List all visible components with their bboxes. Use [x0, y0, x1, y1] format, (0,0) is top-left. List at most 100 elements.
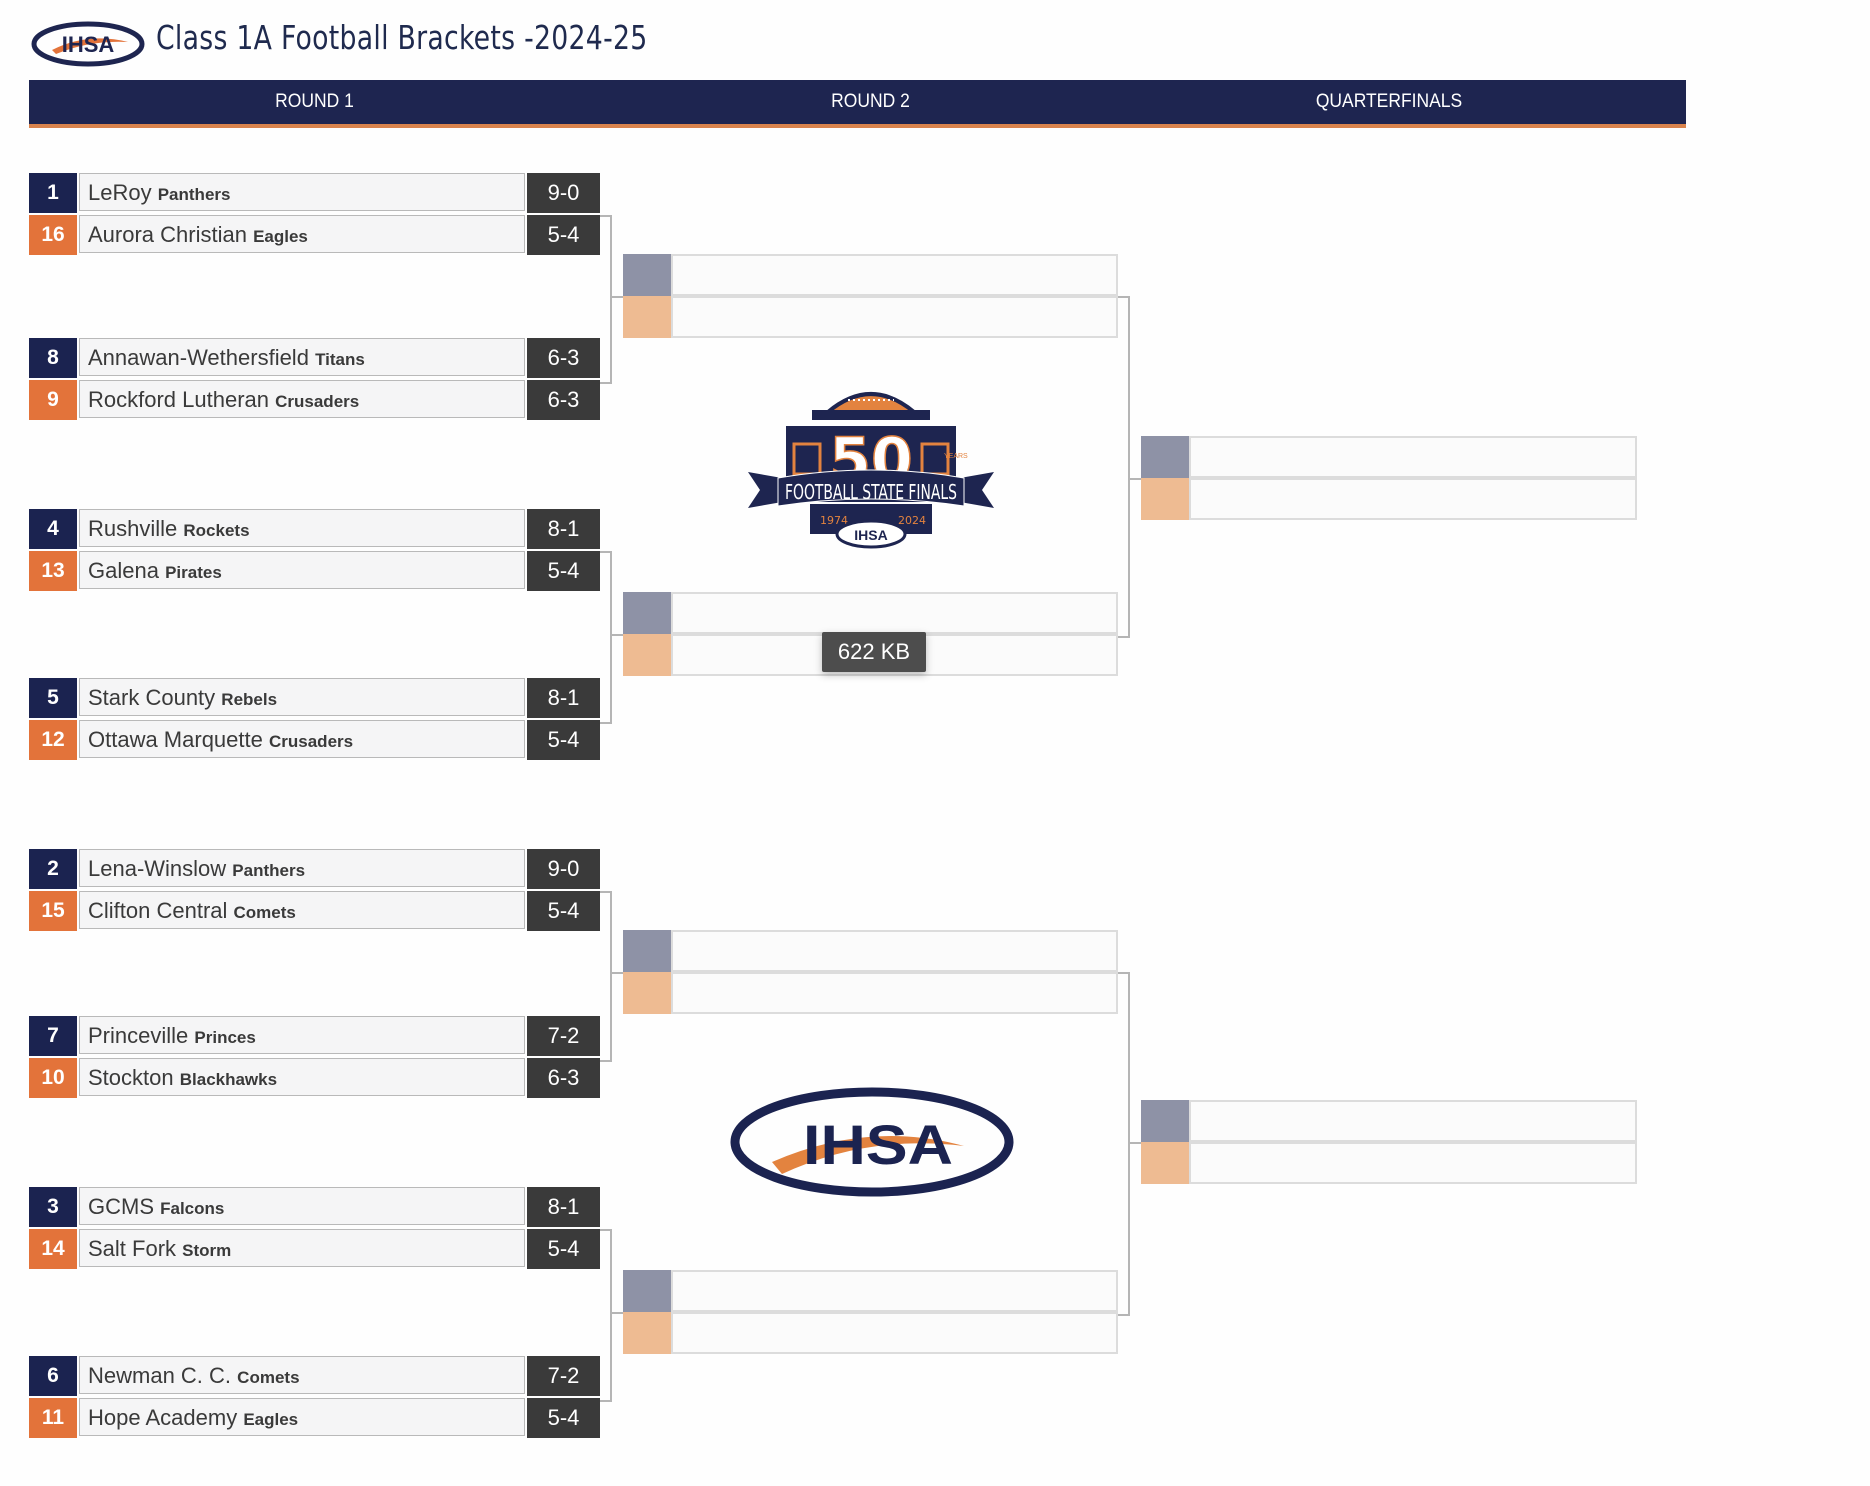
- school-name: Galena: [88, 558, 159, 583]
- seed-badge: 2: [29, 849, 77, 889]
- round2-slot[interactable]: [623, 972, 1118, 1014]
- team-name[interactable]: Stark County Rebels: [79, 678, 525, 716]
- team-name[interactable]: Rushville Rockets: [79, 509, 525, 547]
- team-placeholder[interactable]: [671, 592, 1118, 634]
- team-placeholder[interactable]: [1189, 1142, 1637, 1184]
- ihsa-center-logo: IHSA: [730, 1087, 1014, 1197]
- team-record: 6-3: [527, 380, 600, 420]
- team-row[interactable]: 7 Princeville Princes 7-2: [29, 1016, 600, 1056]
- seed-badge: 14: [29, 1229, 77, 1269]
- team-placeholder[interactable]: [671, 254, 1118, 296]
- team-row[interactable]: 16 Aurora Christian Eagles 5-4: [29, 215, 600, 255]
- seed-badge: 10: [29, 1058, 77, 1098]
- team-name[interactable]: LeRoy Panthers: [79, 173, 525, 211]
- team-name[interactable]: Stockton Blackhawks: [79, 1058, 525, 1096]
- school-name: Hope Academy: [88, 1405, 238, 1430]
- school-name: Lena-Winslow: [88, 856, 227, 881]
- bracket-connector: [1128, 1142, 1141, 1144]
- seed-badge: 13: [29, 551, 77, 591]
- ihsa-logo-text: IHSA: [803, 1113, 953, 1176]
- team-row[interactable]: 15 Clifton Central Comets 5-4: [29, 891, 600, 931]
- team-name[interactable]: Aurora Christian Eagles: [79, 215, 525, 253]
- bracket-connector: [1128, 478, 1141, 480]
- team-name[interactable]: Ottawa Marquette Crusaders: [79, 720, 525, 758]
- bracket-connector: [612, 972, 623, 974]
- team-row[interactable]: 6 Newman C. C. Comets 7-2: [29, 1356, 600, 1396]
- team-name[interactable]: Rockford Lutheran Crusaders: [79, 380, 525, 418]
- bracket-connector: [612, 1312, 623, 1314]
- team-record: 8-1: [527, 509, 600, 549]
- seed-badge: 15: [29, 891, 77, 931]
- seed-badge: 9: [29, 380, 77, 420]
- team-row[interactable]: 9 Rockford Lutheran Crusaders 6-3: [29, 380, 600, 420]
- team-row[interactable]: 10 Stockton Blackhawks 6-3: [29, 1058, 600, 1098]
- football-state-finals-50-logo: 50 YEARS FOOTBALL STATE FINALS 1974 2024…: [748, 392, 994, 549]
- round2-slot[interactable]: [623, 296, 1118, 338]
- team-row[interactable]: 2 Lena-Winslow Panthers 9-0: [29, 849, 600, 889]
- team-name[interactable]: GCMS Falcons: [79, 1187, 525, 1225]
- logo-years: YEARS: [944, 453, 968, 460]
- seed-placeholder: [623, 592, 671, 634]
- seed-placeholder: [623, 254, 671, 296]
- mascot-name: Crusaders: [275, 392, 360, 411]
- school-name: Clifton Central: [88, 898, 228, 923]
- school-name: Annawan-Wethersfield: [88, 345, 309, 370]
- team-name[interactable]: Newman C. C. Comets: [79, 1356, 525, 1394]
- page-title: Class 1A Football Brackets -2024-25: [156, 18, 648, 57]
- team-name[interactable]: Princeville Princes: [79, 1016, 525, 1054]
- team-placeholder[interactable]: [671, 296, 1118, 338]
- team-placeholder[interactable]: [671, 1270, 1118, 1312]
- mascot-name: Princes: [194, 1028, 256, 1047]
- team-name[interactable]: Salt Fork Storm: [79, 1229, 525, 1267]
- team-name[interactable]: Galena Pirates: [79, 551, 525, 589]
- quarterfinal-slot[interactable]: [1141, 478, 1637, 520]
- seed-badge: 11: [29, 1398, 77, 1438]
- mascot-name: Rockets: [183, 521, 250, 540]
- round2-slot[interactable]: [623, 592, 1118, 634]
- quarterfinal-slot[interactable]: [1141, 1100, 1637, 1142]
- team-placeholder[interactable]: [1189, 1100, 1637, 1142]
- seed-placeholder: [1141, 1100, 1189, 1142]
- team-name[interactable]: Hope Academy Eagles: [79, 1398, 525, 1436]
- logo-text: IHSA: [62, 32, 115, 57]
- team-placeholder[interactable]: [1189, 436, 1637, 478]
- school-name: Salt Fork: [88, 1236, 177, 1261]
- quarterfinal-slot[interactable]: [1141, 436, 1637, 478]
- round2-slot[interactable]: [623, 930, 1118, 972]
- round2-slot[interactable]: [623, 1270, 1118, 1312]
- team-placeholder[interactable]: [671, 972, 1118, 1014]
- team-row[interactable]: 14 Salt Fork Storm 5-4: [29, 1229, 600, 1269]
- round2-slot[interactable]: [623, 254, 1118, 296]
- seed-badge: 5: [29, 678, 77, 718]
- team-row[interactable]: 11 Hope Academy Eagles 5-4: [29, 1398, 600, 1438]
- team-row[interactable]: 3 GCMS Falcons 8-1: [29, 1187, 600, 1227]
- team-placeholder[interactable]: [671, 1312, 1118, 1354]
- team-row[interactable]: 8 Annawan-Wethersfield Titans 6-3: [29, 338, 600, 378]
- team-record: 7-2: [527, 1016, 600, 1056]
- bracket-connector: [600, 215, 612, 384]
- mascot-name: Crusaders: [269, 732, 354, 751]
- team-row[interactable]: 12 Ottawa Marquette Crusaders 5-4: [29, 720, 600, 760]
- mascot-name: Falcons: [160, 1199, 225, 1218]
- team-row[interactable]: 13 Galena Pirates 5-4: [29, 551, 600, 591]
- team-name[interactable]: Clifton Central Comets: [79, 891, 525, 929]
- seed-placeholder: [623, 930, 671, 972]
- mascot-name: Eagles: [243, 1410, 299, 1429]
- team-row[interactable]: 4 Rushville Rockets 8-1: [29, 509, 600, 549]
- team-placeholder[interactable]: [671, 930, 1118, 972]
- logo-badge: IHSA: [854, 527, 887, 543]
- mascot-name: Panthers: [232, 861, 306, 880]
- team-placeholder[interactable]: [1189, 478, 1637, 520]
- quarterfinal-slot[interactable]: [1141, 1142, 1637, 1184]
- mascot-name: Rebels: [221, 690, 278, 709]
- team-name[interactable]: Lena-Winslow Panthers: [79, 849, 525, 887]
- seed-badge: 7: [29, 1016, 77, 1056]
- team-row[interactable]: 5 Stark County Rebels 8-1: [29, 678, 600, 718]
- team-record: 5-4: [527, 551, 600, 591]
- team-record: 9-0: [527, 173, 600, 213]
- round2-slot[interactable]: [623, 1312, 1118, 1354]
- team-record: 5-4: [527, 1229, 600, 1269]
- round-1-header: ROUND 1: [275, 91, 354, 112]
- team-row[interactable]: 1 LeRoy Panthers 9-0: [29, 173, 600, 213]
- team-name[interactable]: Annawan-Wethersfield Titans: [79, 338, 525, 376]
